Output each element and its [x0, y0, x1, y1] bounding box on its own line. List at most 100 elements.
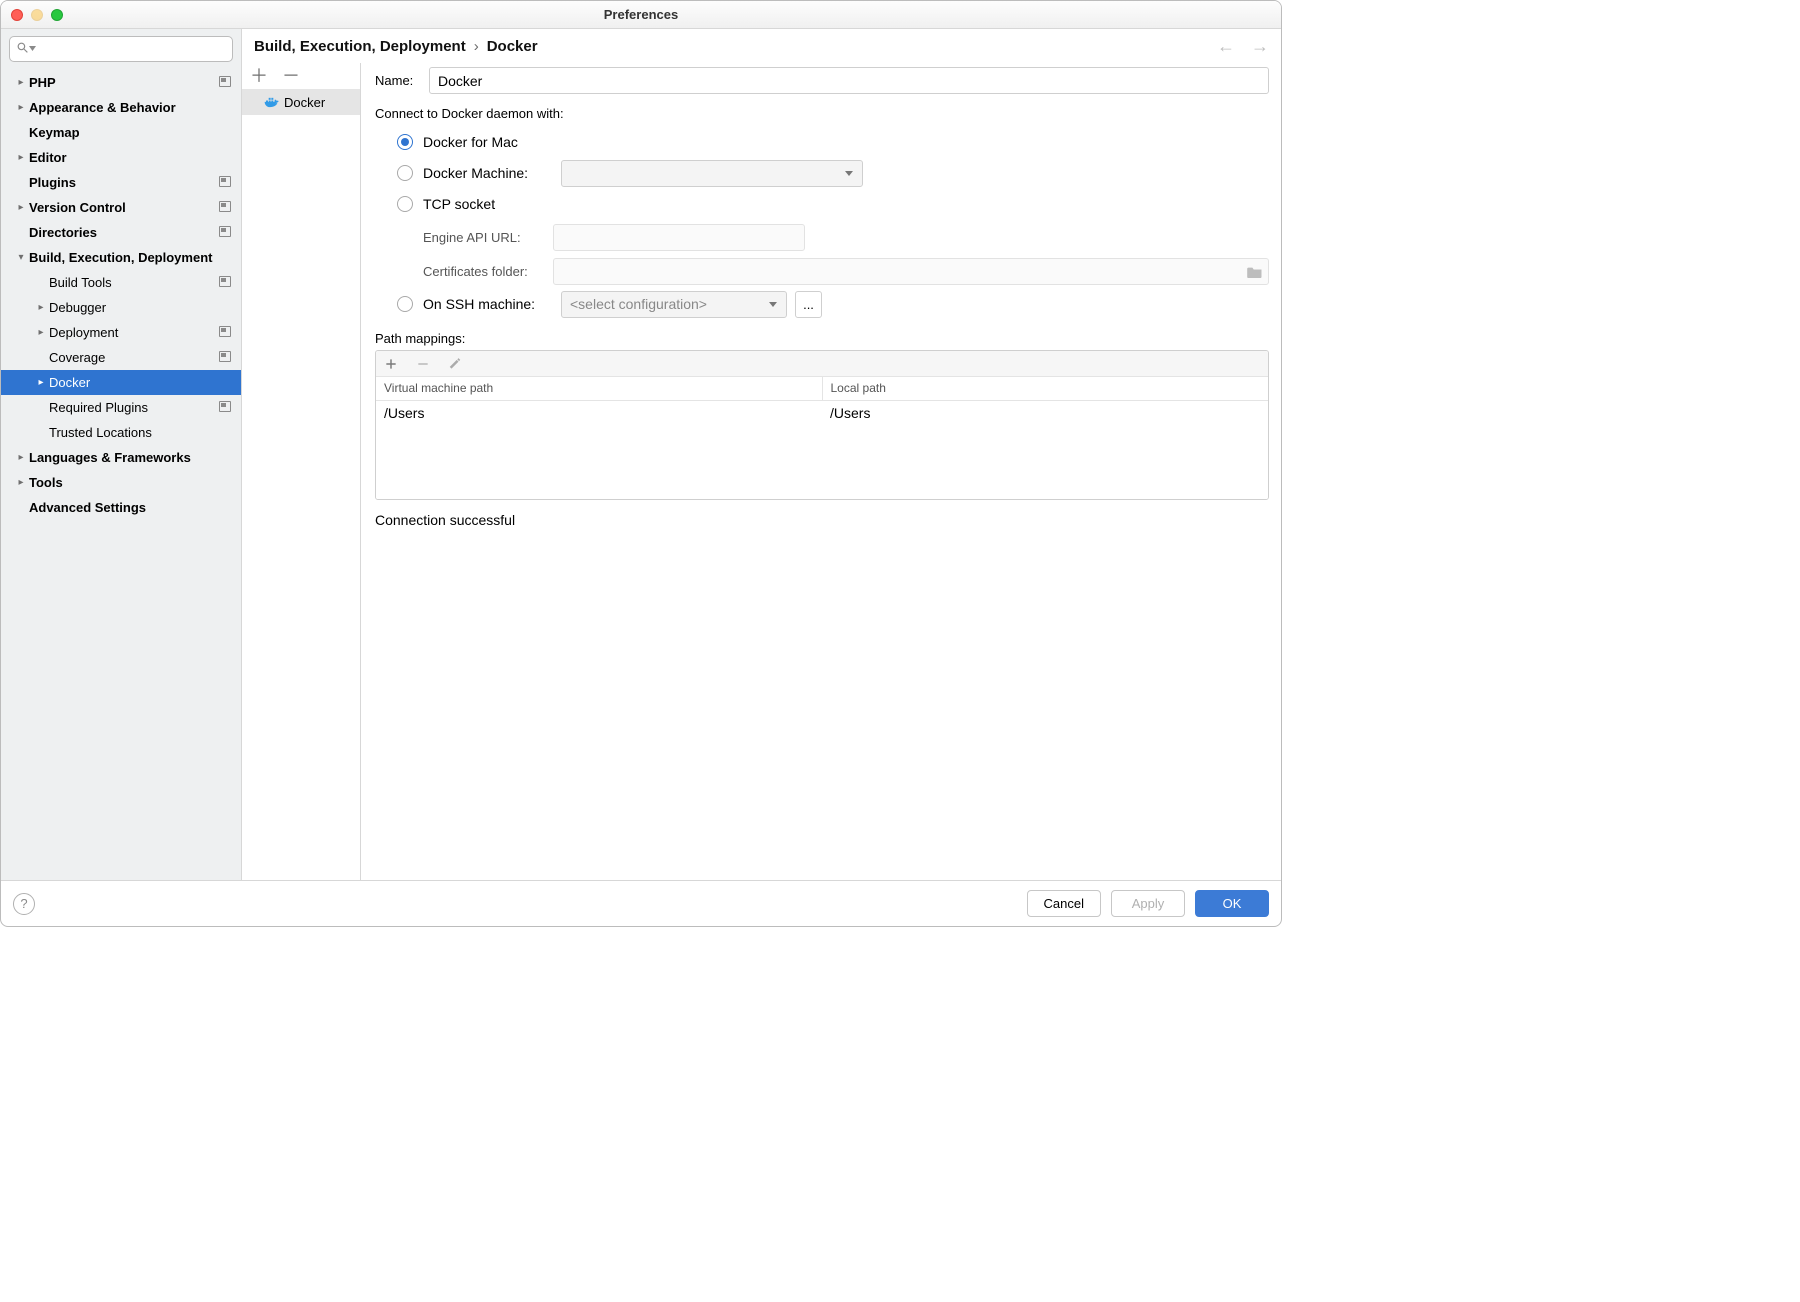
radio-ssh-machine[interactable] — [397, 296, 413, 312]
docker-list-label: Docker — [284, 95, 325, 110]
sidebar-item-deployment[interactable]: ▸Deployment — [1, 320, 241, 345]
scope-badge-icon — [219, 401, 231, 412]
expand-arrow-icon[interactable]: ▸ — [15, 102, 27, 113]
certificates-folder-input[interactable] — [553, 258, 1269, 285]
sidebar-item-languages-frameworks[interactable]: ▸Languages & Frameworks — [1, 445, 241, 470]
sidebar-item-plugins[interactable]: Plugins — [1, 170, 241, 195]
connect-label: Connect to Docker daemon with: — [375, 106, 1269, 121]
radio-docker-for-mac-label[interactable]: Docker for Mac — [423, 134, 518, 150]
expand-arrow-icon[interactable]: ▾ — [15, 252, 27, 263]
name-label: Name: — [375, 73, 429, 88]
radio-tcp-socket-label[interactable]: TCP socket — [423, 196, 495, 212]
name-input[interactable] — [429, 67, 1269, 94]
sidebar-item-tools[interactable]: ▸Tools — [1, 470, 241, 495]
help-button[interactable]: ? — [13, 893, 35, 915]
sidebar-item-label: Appearance & Behavior — [29, 100, 176, 115]
sidebar-item-advanced-settings[interactable]: Advanced Settings — [1, 495, 241, 520]
path-mappings-table: Virtual machine path Local path /Users /… — [375, 350, 1269, 500]
radio-docker-machine-label[interactable]: Docker Machine: — [423, 165, 561, 181]
sidebar-item-label: Advanced Settings — [29, 500, 146, 515]
docker-icon — [264, 96, 278, 108]
sidebar-item-label: Directories — [29, 225, 97, 240]
docker-list-item[interactable]: Docker — [242, 89, 360, 115]
ssh-config-browse-button[interactable]: ... — [795, 291, 822, 318]
radio-docker-for-mac[interactable] — [397, 134, 413, 150]
folder-browse-icon[interactable] — [1247, 265, 1263, 278]
add-docker-button[interactable]: ＋ — [250, 67, 268, 85]
sidebar-item-build-execution-deployment[interactable]: ▾Build, Execution, Deployment — [1, 245, 241, 270]
sidebar-item-directories[interactable]: Directories — [1, 220, 241, 245]
sidebar-item-keymap[interactable]: Keymap — [1, 120, 241, 145]
sidebar-item-label: Languages & Frameworks — [29, 450, 191, 465]
expand-arrow-icon[interactable]: ▸ — [35, 377, 47, 388]
sidebar-item-label: Docker — [49, 375, 90, 390]
sidebar-item-label: Editor — [29, 150, 67, 165]
radio-tcp-socket[interactable] — [397, 196, 413, 212]
edit-mapping-button[interactable] — [448, 357, 462, 371]
window-title: Preferences — [1, 7, 1281, 22]
expand-arrow-icon[interactable]: ▸ — [35, 327, 47, 338]
sidebar-item-version-control[interactable]: ▸Version Control — [1, 195, 241, 220]
sidebar-item-label: Build, Execution, Deployment — [29, 250, 212, 265]
column-local-path[interactable]: Local path — [823, 377, 1269, 400]
apply-button: Apply — [1111, 890, 1185, 917]
certificates-folder-label: Certificates folder: — [423, 264, 553, 279]
cell-vm-path: /Users — [376, 401, 822, 425]
sidebar-item-trusted-locations[interactable]: Trusted Locations — [1, 420, 241, 445]
breadcrumb-parent[interactable]: Build, Execution, Deployment — [254, 38, 466, 55]
expand-arrow-icon[interactable]: ▸ — [15, 77, 27, 88]
radio-ssh-machine-label[interactable]: On SSH machine: — [423, 296, 561, 312]
docker-list: ＋ － Docker — [242, 63, 361, 880]
body: ▸PHP▸Appearance & BehaviorKeymap▸EditorP… — [1, 29, 1281, 880]
docker-machine-select[interactable] — [561, 160, 863, 187]
docker-settings-form: Name: Connect to Docker daemon with: Doc… — [361, 63, 1281, 880]
scope-badge-icon — [219, 351, 231, 362]
search-input[interactable] — [9, 36, 233, 62]
expand-arrow-icon[interactable]: ▸ — [15, 152, 27, 163]
sidebar-item-label: Plugins — [29, 175, 76, 190]
sidebar-item-label: Version Control — [29, 200, 126, 215]
titlebar: Preferences — [1, 1, 1281, 29]
nav-back-icon[interactable]: ← — [1217, 36, 1235, 57]
path-mappings-label: Path mappings: — [375, 331, 1269, 346]
sidebar-item-appearance-behavior[interactable]: ▸Appearance & Behavior — [1, 95, 241, 120]
sidebar-item-debugger[interactable]: ▸Debugger — [1, 295, 241, 320]
search-icon — [16, 41, 29, 54]
breadcrumb-current: Docker — [487, 38, 538, 55]
sidebar-item-editor[interactable]: ▸Editor — [1, 145, 241, 170]
expand-arrow-icon[interactable]: ▸ — [15, 202, 27, 213]
sidebar-item-label: Tools — [29, 475, 63, 490]
column-vm-path[interactable]: Virtual machine path — [376, 377, 823, 400]
remove-mapping-button[interactable] — [416, 357, 430, 371]
sidebar-item-php[interactable]: ▸PHP — [1, 70, 241, 95]
engine-api-url-label: Engine API URL: — [423, 230, 553, 245]
expand-arrow-icon[interactable]: ▸ — [15, 452, 27, 463]
ssh-config-select[interactable]: <select configuration> — [561, 291, 787, 318]
expand-arrow-icon[interactable]: ▸ — [15, 477, 27, 488]
engine-api-url-input[interactable] — [553, 224, 805, 251]
radio-docker-machine[interactable] — [397, 165, 413, 181]
sidebar-item-docker[interactable]: ▸Docker — [1, 370, 241, 395]
sidebar-item-coverage[interactable]: Coverage — [1, 345, 241, 370]
scope-badge-icon — [219, 76, 231, 87]
sidebar: ▸PHP▸Appearance & BehaviorKeymap▸EditorP… — [1, 29, 242, 880]
breadcrumb-separator: › — [474, 38, 479, 55]
add-mapping-button[interactable] — [384, 357, 398, 371]
sidebar-item-label: Coverage — [49, 350, 105, 365]
cancel-button[interactable]: Cancel — [1027, 890, 1101, 917]
expand-arrow-icon[interactable]: ▸ — [35, 302, 47, 313]
nav-forward-icon[interactable]: → — [1251, 36, 1269, 57]
search-field[interactable] — [9, 36, 233, 62]
sidebar-item-label: PHP — [29, 75, 56, 90]
sidebar-item-required-plugins[interactable]: Required Plugins — [1, 395, 241, 420]
ok-button[interactable]: OK — [1195, 890, 1269, 917]
sidebar-item-label: Deployment — [49, 325, 118, 340]
sidebar-item-build-tools[interactable]: Build Tools — [1, 270, 241, 295]
scope-badge-icon — [219, 226, 231, 237]
scope-badge-icon — [219, 326, 231, 337]
remove-docker-button[interactable]: － — [282, 67, 300, 85]
preferences-window: Preferences ▸PHP▸Appearance & BehaviorKe… — [0, 0, 1282, 927]
sidebar-item-label: Trusted Locations — [49, 425, 152, 440]
search-dropdown-icon[interactable] — [29, 46, 36, 51]
table-row[interactable]: /Users /Users — [376, 401, 1268, 425]
